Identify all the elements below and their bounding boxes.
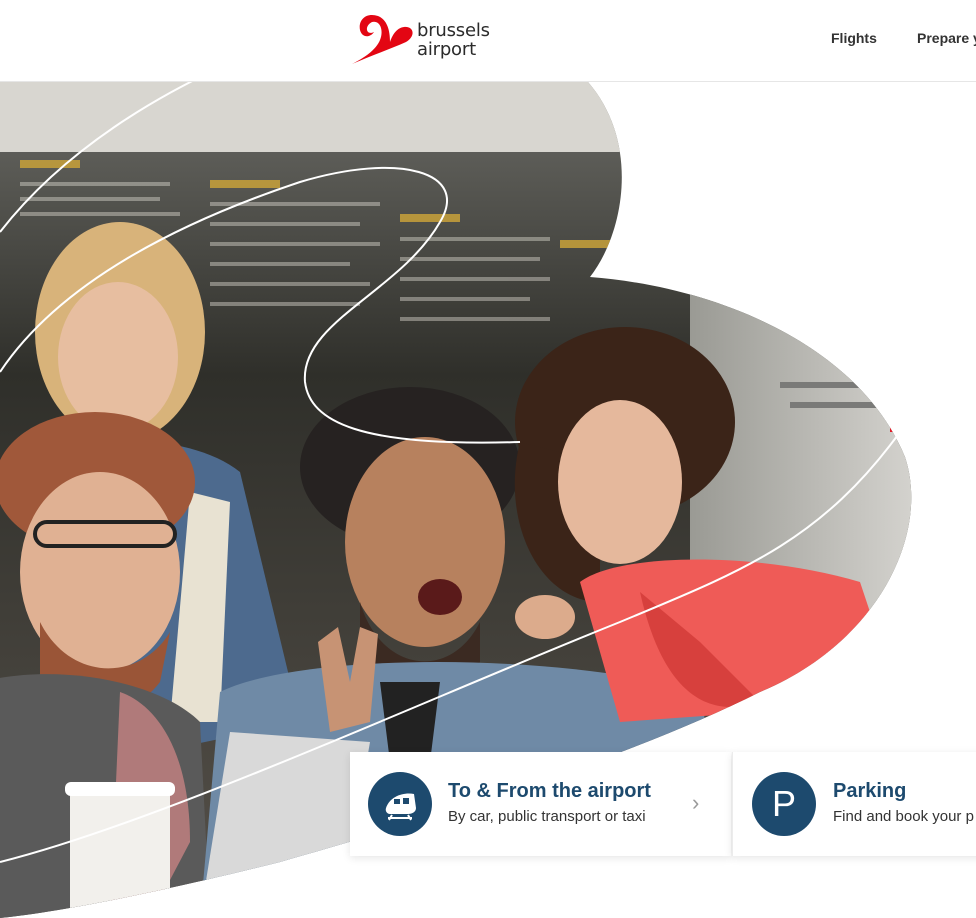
- card-title-to-from: To & From the airport: [448, 780, 651, 802]
- brussels-airport-b-mark-icon: [352, 14, 413, 65]
- nav-item-flights[interactable]: Flights: [831, 30, 877, 46]
- site-header: brussels airport Flights Prepare y: [0, 0, 976, 82]
- parking-icon: P: [752, 772, 816, 836]
- logo-word-airport: airport: [417, 39, 476, 60]
- card-subtitle-parking: Find and book your p: [833, 808, 974, 825]
- nav-item-prepare[interactable]: Prepare y: [917, 30, 976, 46]
- train-icon: [368, 772, 432, 836]
- logo-wordmark: brussels airport: [417, 21, 490, 59]
- chevron-right-icon: ›: [692, 790, 700, 815]
- card-subtitle-to-from: By car, public transport or taxi: [448, 808, 646, 825]
- card-title-parking: Parking: [833, 780, 907, 802]
- logo-word-brussels: brussels: [417, 20, 490, 41]
- card-parking[interactable]: P Parking Find and book your p: [732, 752, 976, 856]
- brussels-airport-logo[interactable]: brussels airport: [348, 12, 498, 68]
- card-to-from-airport[interactable]: To & From the airport By car, public tra…: [350, 752, 731, 856]
